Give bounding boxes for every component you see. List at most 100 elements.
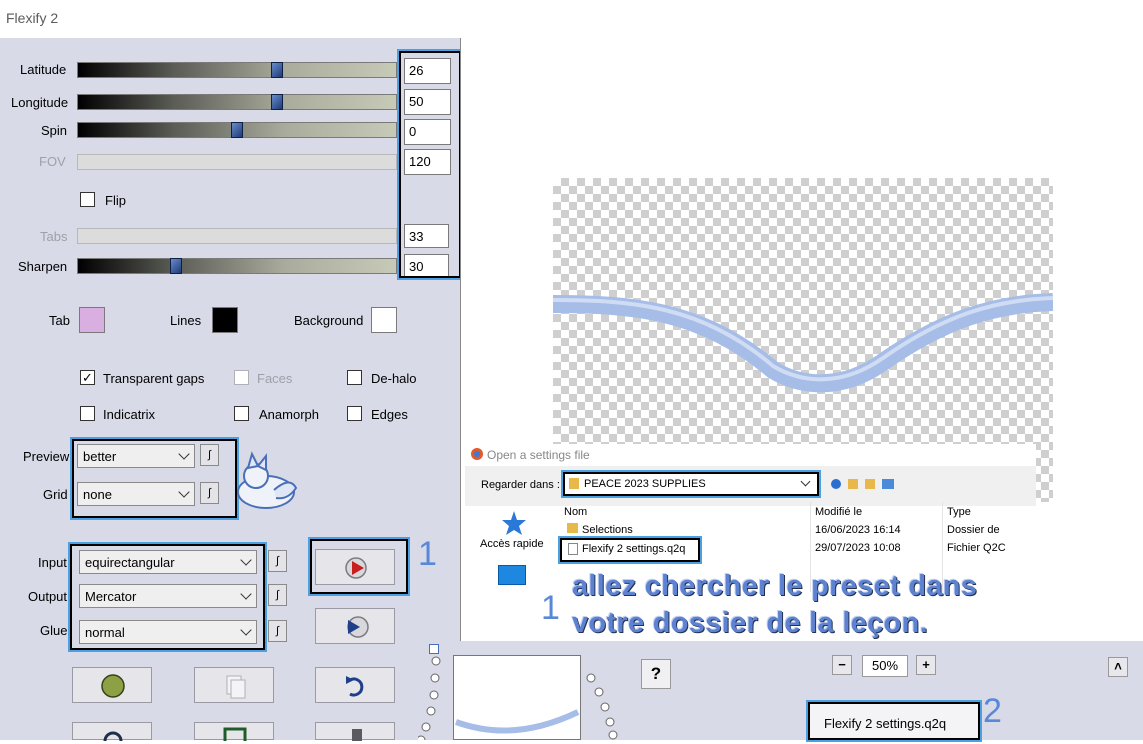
- values-highlight: [399, 51, 461, 278]
- star-icon[interactable]: [501, 510, 527, 536]
- file-row[interactable]: Selections 16/06/2023 16:14 Dossier de: [564, 521, 1004, 539]
- anamorph-checkbox[interactable]: [234, 406, 249, 421]
- glue-lock-button[interactable]: ∫: [268, 620, 287, 642]
- folder-select-value: PEACE 2023 SUPPLIES: [584, 478, 706, 490]
- column-type[interactable]: Type: [947, 506, 971, 518]
- preset-dots-right[interactable]: [585, 672, 620, 740]
- reset-button[interactable]: [315, 722, 395, 741]
- file-type: Fichier Q2C: [947, 542, 1006, 554]
- edges-label: Edges: [371, 407, 408, 422]
- copy-button[interactable]: [194, 667, 274, 703]
- edges-checkbox[interactable]: [347, 406, 362, 421]
- annotation-number-2: 2: [983, 692, 1002, 730]
- instruction-line-2: votre dossier de la leçon.: [572, 607, 928, 639]
- sharpen-slider[interactable]: [77, 258, 397, 274]
- output-lock-button[interactable]: ∫: [268, 584, 287, 606]
- background-color-label: Background: [294, 313, 364, 328]
- tabs-slider: [77, 228, 397, 244]
- window-title: Flexify 2: [6, 10, 59, 26]
- sharpen-thumb[interactable]: [170, 258, 182, 274]
- faces-checkbox: [234, 370, 249, 385]
- randomize-button[interactable]: [72, 667, 152, 703]
- save-preset-button[interactable]: [315, 608, 395, 644]
- copy-icon: [226, 675, 246, 699]
- annotation-number-1: 1: [541, 589, 560, 627]
- flip-checkbox[interactable]: [80, 192, 95, 207]
- load-button-highlight: [310, 539, 408, 594]
- anamorph-label: Anamorph: [259, 407, 319, 422]
- dialog-toolbar-icons[interactable]: [829, 476, 901, 492]
- fov-label: FOV: [39, 154, 66, 169]
- background-color-swatch[interactable]: [371, 307, 397, 333]
- lines-color-swatch[interactable]: [212, 307, 238, 333]
- undo-button[interactable]: [315, 667, 395, 703]
- file-modified: 16/06/2023 16:14: [815, 524, 901, 536]
- de-halo-checkbox[interactable]: [347, 370, 362, 385]
- glue-label: Glue: [40, 623, 68, 638]
- transparent-gaps-label: Transparent gaps: [103, 371, 205, 386]
- indicatrix-checkbox[interactable]: [80, 406, 95, 421]
- flip-label: Flip: [105, 193, 126, 208]
- preset-dots-left[interactable]: [418, 656, 458, 740]
- folder-icon: [569, 478, 579, 489]
- selected-file-row[interactable]: Flexify 2 settings.q2q: [560, 538, 700, 562]
- desktop-icon[interactable]: [498, 565, 526, 585]
- sharpen-label: Sharpen: [18, 259, 68, 274]
- annotation-number-1: 1: [418, 535, 437, 573]
- chevron-down-icon: [800, 476, 811, 487]
- transparent-gaps-checkbox[interactable]: ✓: [80, 370, 95, 385]
- scroll-up-button[interactable]: ˄: [1108, 657, 1128, 677]
- thumbnail-preview[interactable]: [453, 655, 581, 740]
- preview-grid-highlight: [72, 439, 237, 518]
- output-label: Output: [28, 589, 68, 604]
- spin-slider[interactable]: [77, 122, 397, 138]
- folder-icon: [567, 523, 578, 533]
- look-in-label: Regarder dans :: [481, 479, 560, 491]
- file-icon: [568, 543, 578, 555]
- column-modified[interactable]: Modifié le: [815, 506, 862, 518]
- zoom-in-button[interactable]: +: [916, 655, 936, 675]
- dialog-title: Open a settings file: [487, 448, 590, 462]
- file-name: Flexify 2 settings.q2q: [582, 543, 686, 555]
- title-bar: Flexify 2: [0, 0, 1143, 38]
- de-halo-label: De-halo: [371, 371, 417, 386]
- brush-icon: [352, 729, 362, 741]
- longitude-thumb[interactable]: [271, 94, 283, 110]
- file-modified: 29/07/2023 10:08: [815, 542, 901, 554]
- longitude-slider[interactable]: [77, 94, 397, 110]
- save-preset-icon: [347, 616, 369, 638]
- input-label: Input: [38, 555, 67, 570]
- input-lock-button[interactable]: ∫: [268, 550, 287, 572]
- lines-color-label: Lines: [170, 313, 202, 328]
- spin-thumb[interactable]: [231, 122, 243, 138]
- latitude-label: Latitude: [20, 62, 67, 77]
- tab-color-swatch[interactable]: [79, 307, 105, 333]
- frame-button[interactable]: [194, 722, 274, 744]
- latitude-slider[interactable]: [77, 62, 397, 78]
- watermark-logo: [237, 451, 298, 509]
- grid-label: Grid: [43, 487, 68, 502]
- projection-highlight: [70, 544, 265, 650]
- app-icon: [471, 448, 483, 460]
- quick-access-label[interactable]: Accès rapide: [480, 538, 544, 550]
- zoom-value[interactable]: 50%: [862, 655, 908, 677]
- fov-slider: [77, 154, 397, 170]
- search-button[interactable]: [72, 722, 152, 744]
- latitude-thumb[interactable]: [271, 62, 283, 78]
- longitude-label: Longitude: [11, 95, 69, 110]
- folder-select[interactable]: PEACE 2023 SUPPLIES: [563, 472, 819, 496]
- undo-icon: [346, 676, 364, 697]
- zoom-out-button[interactable]: −: [832, 655, 852, 675]
- help-button[interactable]: ?: [641, 659, 671, 689]
- magnifier-icon: [103, 731, 123, 744]
- instruction-line-1: allez chercher le preset dans: [572, 570, 978, 602]
- filename-box[interactable]: Flexify 2 settings.q2q: [808, 702, 980, 740]
- tabs-label: Tabs: [40, 229, 68, 244]
- column-name[interactable]: Nom: [564, 506, 587, 518]
- preview-label: Preview: [23, 449, 70, 464]
- check-mark-icon: ✓: [82, 370, 93, 385]
- preset-scroll-icon[interactable]: [429, 644, 439, 654]
- preview-wave-image: [553, 293, 1053, 393]
- file-type: Dossier de: [947, 524, 1000, 536]
- spin-label: Spin: [41, 123, 68, 138]
